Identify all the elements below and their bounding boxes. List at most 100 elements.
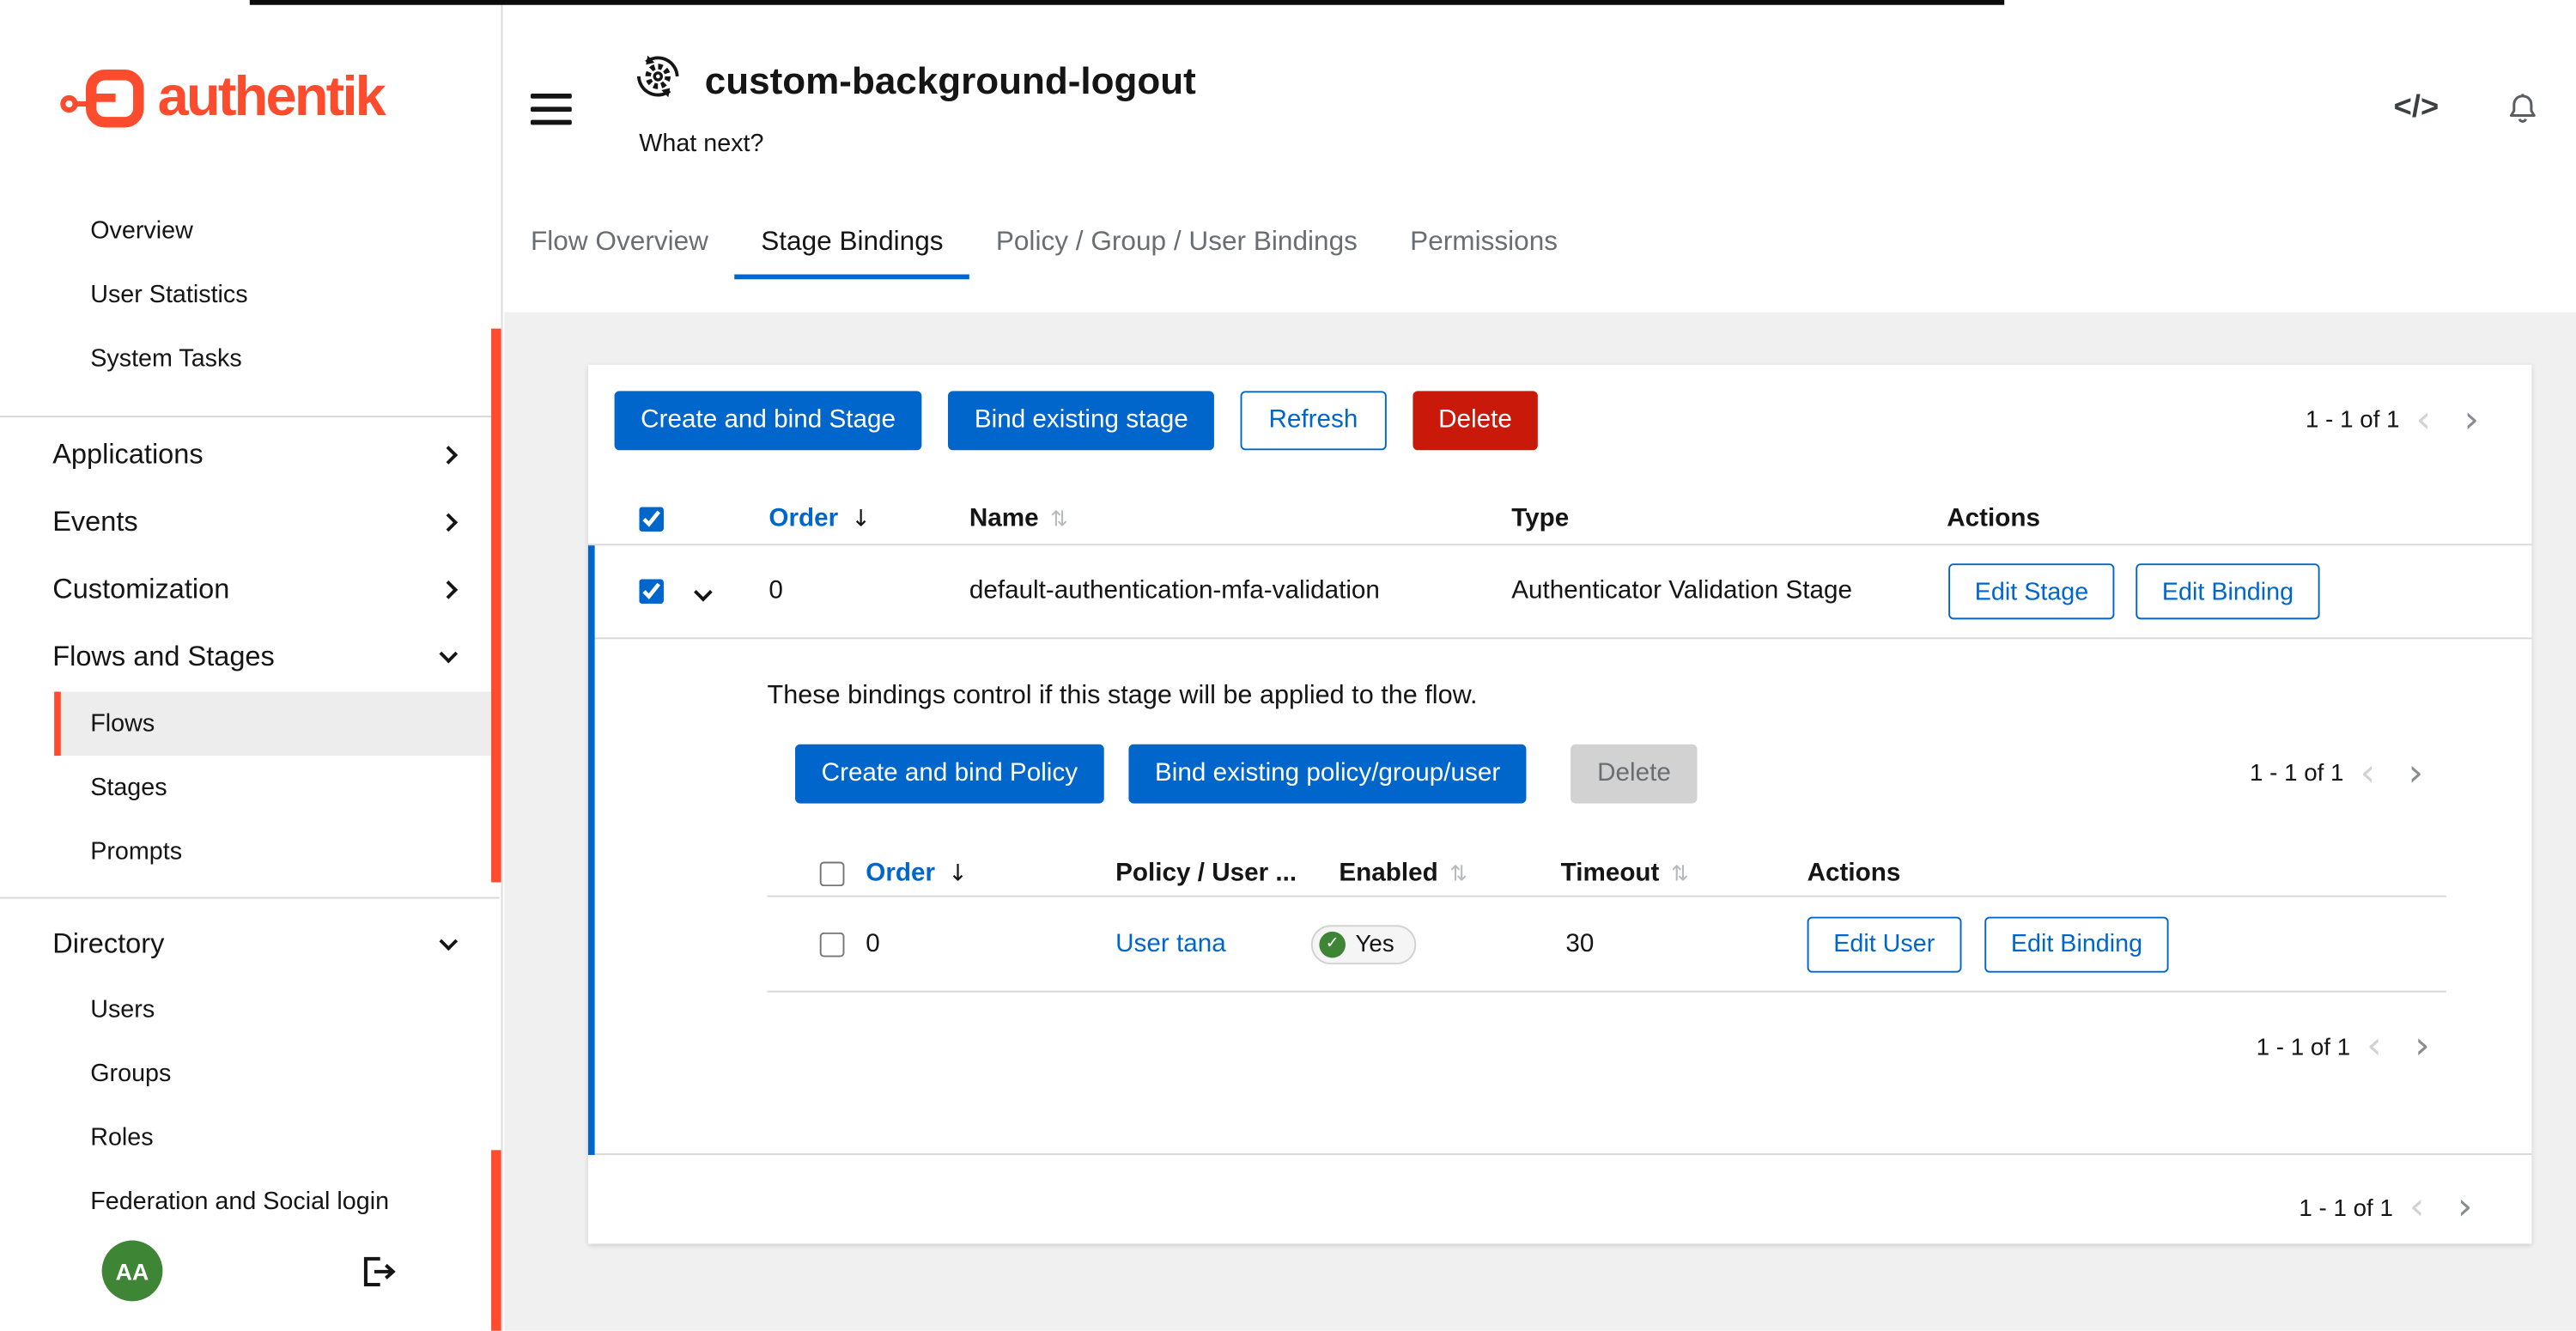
column-label: Order xyxy=(866,859,935,887)
pagination-label: 1 - 1 of 1 xyxy=(2257,1034,2351,1061)
pagination-next-button[interactable]: › xyxy=(2441,1189,2489,1227)
edit-stage-button[interactable]: Edit Stage xyxy=(1948,563,2115,619)
pagination-prev-button[interactable]: ‹ xyxy=(2393,1189,2441,1227)
delete-policy-binding-button[interactable]: Delete xyxy=(1571,745,1698,804)
pagination-label: 1 - 1 of 1 xyxy=(2306,407,2400,434)
select-all-checkbox[interactable] xyxy=(820,861,845,886)
sidebar-item-flows[interactable]: Flows xyxy=(54,691,496,756)
sort-desc-icon: ↓ xyxy=(948,860,967,887)
pagination-prev-button[interactable]: ‹ xyxy=(2344,755,2392,793)
chevron-right-icon xyxy=(440,445,459,464)
tab-permissions[interactable]: Permissions xyxy=(1384,209,1584,279)
column-type: Type xyxy=(1511,503,1569,532)
avatar[interactable]: AA xyxy=(102,1241,163,1302)
column-label: Name xyxy=(969,503,1039,532)
stage-bindings-card: Create and bind Stage Bind existing stag… xyxy=(588,365,2531,1244)
policy-table-header: Order ↓ Policy / User ... Enabled⇅ Timeou… xyxy=(768,851,2446,897)
section-label: Events xyxy=(52,505,137,538)
column-order[interactable]: Order↓ xyxy=(769,503,871,532)
section-label: Applications xyxy=(52,438,203,471)
page-header: custom-background-logout What next? </> … xyxy=(504,0,2576,313)
sidebar-scrollbar-thumb[interactable] xyxy=(491,329,501,883)
column-enabled[interactable]: Enabled⇅ xyxy=(1339,859,1467,888)
pagination-next-button[interactable]: › xyxy=(2391,755,2439,793)
enabled-label: Yes xyxy=(1355,931,1394,957)
tab-flow-overview[interactable]: Flow Overview xyxy=(504,209,734,279)
bind-existing-stage-button[interactable]: Bind existing stage xyxy=(948,391,1214,450)
notifications-bell-icon[interactable] xyxy=(2506,88,2540,131)
chevron-down-icon xyxy=(694,583,713,602)
chevron-down-icon xyxy=(440,644,459,663)
sidebar-item-roles[interactable]: Roles xyxy=(54,1106,496,1170)
sort-icon: ⇅ xyxy=(1449,862,1467,887)
enabled-badge: ✓ Yes xyxy=(1311,924,1416,963)
edit-user-button[interactable]: Edit User xyxy=(1807,916,1961,972)
logo[interactable]: authentik xyxy=(59,66,384,131)
sidebar-section-flows-and-stages[interactable]: Flows and Stages xyxy=(0,623,496,690)
expanded-row-accent xyxy=(588,545,595,1155)
pagination: 1 - 1 of 1 ‹ › xyxy=(2250,745,2439,804)
page-subtitle: What next? xyxy=(639,130,763,158)
sidebar-item-stages[interactable]: Stages xyxy=(54,756,496,820)
pagination-next-button[interactable]: › xyxy=(2447,402,2495,440)
pagination: 1 - 1 of 1 ‹ › xyxy=(2299,1189,2488,1227)
section-label: Directory xyxy=(52,927,164,960)
pagination-label: 1 - 1 of 1 xyxy=(2299,1195,2393,1222)
create-and-bind-stage-button[interactable]: Create and bind Stage xyxy=(615,391,922,450)
sidebar-section-directory[interactable]: Directory xyxy=(0,910,496,977)
page-title: custom-background-logout xyxy=(705,59,1196,104)
column-order[interactable]: Order ↓ xyxy=(866,859,968,888)
sort-icon: ⇅ xyxy=(1050,507,1068,532)
pagination-label: 1 - 1 of 1 xyxy=(2250,761,2344,787)
user-link[interactable]: User tana xyxy=(1115,929,1226,958)
sidebar-item-federation-and-social-login[interactable]: Federation and Social login xyxy=(54,1170,496,1234)
section-label: Flows and Stages xyxy=(52,640,275,672)
content-area: Create and bind Stage Bind existing stag… xyxy=(504,313,2576,1331)
sidebar: authentik Overview User Statistics Syste… xyxy=(0,0,502,1331)
edit-binding-button[interactable]: Edit Binding xyxy=(2136,563,2319,619)
chevron-down-icon xyxy=(440,932,459,951)
column-label: Timeout xyxy=(1561,859,1660,887)
bind-existing-policy-button[interactable]: Bind existing policy/group/user xyxy=(1128,745,1526,804)
sidebar-section-applications[interactable]: Applications xyxy=(0,421,496,488)
create-and-bind-policy-button[interactable]: Create and bind Policy xyxy=(795,745,1104,804)
pagination: 1 - 1 of 1 ‹ › xyxy=(2257,1029,2446,1067)
column-name[interactable]: Name ⇅ xyxy=(969,503,1068,532)
check-circle-icon: ✓ xyxy=(1319,931,1346,957)
policy-bindings-toolbar: Create and bind Policy Bind existing pol… xyxy=(795,745,1697,804)
sidebar-item-overview[interactable]: Overview xyxy=(54,199,496,264)
sidebar-item-prompts[interactable]: Prompts xyxy=(54,820,496,884)
api-code-icon[interactable]: </> xyxy=(2394,90,2439,126)
sidebar-section-events[interactable]: Events xyxy=(0,488,496,555)
pagination-prev-button[interactable]: ‹ xyxy=(2400,402,2448,440)
logo-text: authentik xyxy=(158,66,384,131)
sidebar-item-user-statistics[interactable]: User Statistics xyxy=(54,263,496,327)
column-timeout[interactable]: Timeout⇅ xyxy=(1561,859,1689,888)
pagination-prev-button[interactable]: ‹ xyxy=(2350,1029,2398,1067)
sidebar-toggle-button[interactable] xyxy=(531,94,572,125)
sidebar-item-users[interactable]: Users xyxy=(54,977,496,1042)
refresh-button[interactable]: Refresh xyxy=(1241,391,1386,450)
edit-binding-button[interactable]: Edit Binding xyxy=(1984,916,2168,972)
row-checkbox[interactable] xyxy=(820,932,845,957)
sidebar-item-system-tasks[interactable]: System Tasks xyxy=(54,327,496,392)
sign-out-icon xyxy=(361,1255,396,1288)
row-checkbox[interactable] xyxy=(639,579,664,604)
chevron-right-icon xyxy=(440,513,459,532)
tab-stage-bindings[interactable]: Stage Bindings xyxy=(735,209,970,279)
sidebar-scrollbar-thumb[interactable] xyxy=(491,1150,501,1330)
sidebar-item-groups[interactable]: Groups xyxy=(54,1042,496,1106)
row-timeout: 30 xyxy=(1565,929,1594,958)
row-expand-toggle[interactable] xyxy=(683,569,723,614)
pagination-next-button[interactable]: › xyxy=(2398,1029,2446,1067)
policy-bindings-table: Order ↓ Policy / User ... Enabled⇅ Timeou… xyxy=(768,851,2446,993)
tab-policy-group-user-bindings[interactable]: Policy / Group / User Bindings xyxy=(969,209,1383,279)
authentik-admin-app: authentik Overview User Statistics Syste… xyxy=(0,0,2576,1331)
pagination: 1 - 1 of 1 ‹ › xyxy=(2306,391,2495,450)
delete-button[interactable]: Delete xyxy=(1413,391,1539,450)
select-all-checkbox[interactable] xyxy=(639,506,664,531)
sidebar-section-customization[interactable]: Customization xyxy=(0,556,496,623)
section-label: Customization xyxy=(52,573,229,605)
column-policy-user[interactable]: Policy / User ... xyxy=(1115,859,1297,888)
logout-button[interactable] xyxy=(361,1255,396,1293)
